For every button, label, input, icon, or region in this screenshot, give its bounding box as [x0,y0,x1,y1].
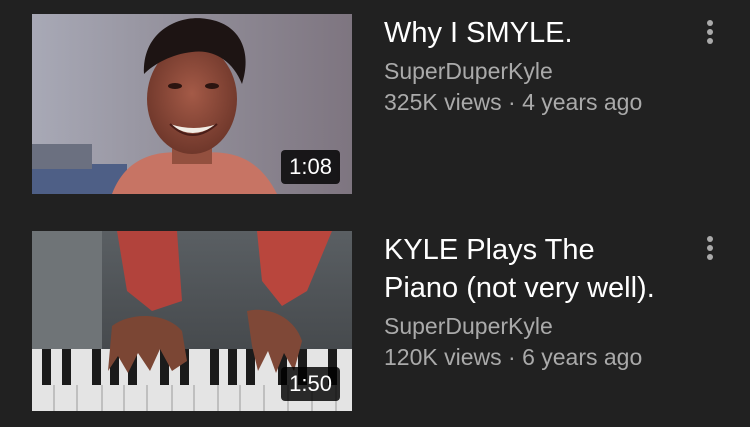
meta-separator: · [508,89,523,115]
video-thumbnail[interactable]: 1:50 [32,231,352,411]
channel-name[interactable]: SuperDuperKyle [384,311,674,342]
upload-age: 4 years ago [522,89,643,115]
video-title[interactable]: KYLE Plays The Piano (not very well). [384,231,674,307]
video-title[interactable]: Why I SMYLE. [384,14,674,52]
video-list-item[interactable]: 1:50 KYLE Plays The Piano (not very well… [0,215,750,427]
meta-separator: · [508,344,523,370]
duration-badge: 1:50 [281,367,340,401]
video-meta: 120K views · 6 years ago [384,342,674,373]
dot [707,254,713,260]
view-count: 120K views [384,344,502,370]
duration-badge: 1:08 [281,150,340,184]
view-count: 325K views [384,89,502,115]
more-vert-icon[interactable] [692,12,728,52]
upload-age: 6 years ago [522,344,643,370]
dot [707,38,713,44]
more-vert-icon[interactable] [692,228,728,268]
video-meta: 325K views · 4 years ago [384,87,674,118]
dot [707,29,713,35]
video-info: KYLE Plays The Piano (not very well). Su… [384,231,674,373]
video-thumbnail[interactable]: 1:08 [32,14,352,194]
channel-name[interactable]: SuperDuperKyle [384,56,674,87]
video-list-item[interactable]: 1:08 Why I SMYLE. SuperDuperKyle 325K vi… [0,0,750,215]
dot [707,20,713,26]
video-info: Why I SMYLE. SuperDuperKyle 325K views ·… [384,14,674,118]
dot [707,245,713,251]
dot [707,236,713,242]
